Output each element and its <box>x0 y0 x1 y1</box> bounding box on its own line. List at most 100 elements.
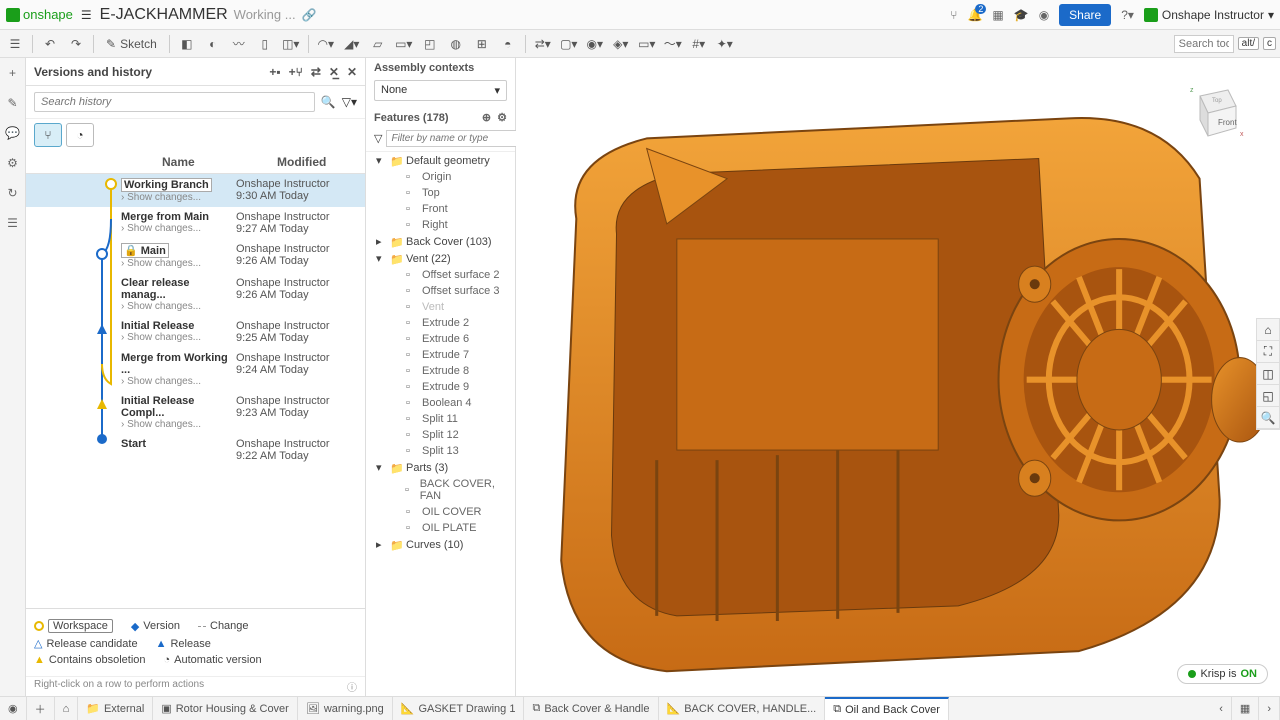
shell-icon[interactable]: ◰ <box>419 33 441 55</box>
tools-icon[interactable]: ✕̲ <box>329 65 339 79</box>
tab[interactable]: 📐GASKET Drawing 1 <box>393 697 525 720</box>
feature-node[interactable]: ▫BACK COVER, FAN <box>366 476 515 504</box>
create-version-icon[interactable]: +▪ <box>269 65 280 79</box>
surface-icon[interactable]: ◈▾ <box>610 33 632 55</box>
undo-icon[interactable]: ↶ <box>39 33 61 55</box>
version-row[interactable]: Merge from MainShow changes...Onshape In… <box>26 207 365 239</box>
tab[interactable]: 🖼warning.png <box>298 697 393 720</box>
feature-node[interactable]: ▫Offset surface 2 <box>366 267 515 283</box>
variable-icon[interactable]: #▾ <box>688 33 710 55</box>
document-title[interactable]: E-JACKHAMMER <box>100 6 228 24</box>
hole-icon[interactable]: ◍ <box>445 33 467 55</box>
show-changes-link[interactable]: Show changes... <box>121 376 236 387</box>
draft-icon[interactable]: ▱ <box>367 33 389 55</box>
viewport[interactable]: Front Top z x ⌂ ⛶ ◫ ◱ 🔍 Krisp is ON <box>516 58 1280 696</box>
feature-node[interactable]: ▫Offset surface 3 <box>366 283 515 299</box>
version-row[interactable]: Working BranchShow changes...Onshape Ins… <box>26 174 365 207</box>
krisp-badge[interactable]: Krisp is ON <box>1177 664 1268 684</box>
thicken-icon[interactable]: ◫▾ <box>280 33 302 55</box>
pattern-icon[interactable]: ⊞ <box>471 33 493 55</box>
transform-icon[interactable]: ⇄▾ <box>532 33 554 55</box>
rib-icon[interactable]: ▭▾ <box>393 33 415 55</box>
feature-node[interactable]: ▫Right <box>366 217 515 233</box>
help-icon[interactable]: ◉ <box>1039 8 1049 22</box>
tab[interactable]: ▣Rotor Housing & Cover <box>153 697 298 720</box>
show-changes-link[interactable]: Show changes... <box>121 192 236 203</box>
help-menu-icon[interactable]: ?▾ <box>1121 8 1134 22</box>
feature-node[interactable]: ▫OIL PLATE <box>366 520 515 536</box>
feature-node[interactable]: ▫Vent <box>366 299 515 315</box>
chamfer-icon[interactable]: ◢▾ <box>341 33 363 55</box>
rail-list-icon[interactable]: ☰ <box>4 214 22 232</box>
version-row[interactable]: 🔒 MainShow changes...Onshape Instructor9… <box>26 239 365 273</box>
feature-node[interactable]: ▾📁Default geometry <box>366 152 515 169</box>
rail-draw-icon[interactable]: ✎ <box>4 94 22 112</box>
feature-node[interactable]: ▫Front <box>366 201 515 217</box>
user-menu[interactable]: Onshape Instructor ▾ <box>1144 8 1274 22</box>
home-tab-icon[interactable]: ⌂ <box>55 697 79 720</box>
feature-node[interactable]: ▫Split 11 <box>366 411 515 427</box>
filter-icon[interactable]: ▽▾ <box>342 95 357 109</box>
sketch-button[interactable]: ✎Sketch <box>100 35 163 53</box>
feature-node[interactable]: ▫Split 13 <box>366 443 515 459</box>
show-changes-link[interactable]: Show changes... <box>121 223 236 234</box>
feature-node[interactable]: ▫Top <box>366 185 515 201</box>
add-feature-icon[interactable]: ⊕ <box>482 111 491 124</box>
version-row[interactable]: Merge from Working ...Show changes...Ons… <box>26 348 365 391</box>
rail-history-icon[interactable]: ↻ <box>4 184 22 202</box>
section-icon[interactable]: ◫ <box>1257 363 1279 385</box>
feature-node[interactable]: ▸📁Back Cover (103) <box>366 233 515 250</box>
versions-search-input[interactable] <box>34 92 315 112</box>
boolean-icon[interactable]: ◓ <box>497 33 519 55</box>
modify-icon[interactable]: ◉▾ <box>584 33 606 55</box>
redo-icon[interactable]: ↷ <box>65 33 87 55</box>
compare-icon[interactable]: ⇄ <box>311 65 321 79</box>
time-view-toggle[interactable]: ◔ <box>66 123 94 147</box>
filter-icon[interactable]: ▽ <box>374 132 382 145</box>
add-tab-icon[interactable]: ＋ <box>27 697 55 720</box>
feature-node[interactable]: ▫Origin <box>366 169 515 185</box>
tab[interactable]: 📁External <box>78 697 153 720</box>
feature-node[interactable]: ▾📁Vent (22) <box>366 250 515 267</box>
rail-config-icon[interactable]: ⚙ <box>4 154 22 172</box>
create-branch-icon[interactable]: +⑂ <box>289 65 303 79</box>
show-changes-link[interactable]: Show changes... <box>121 258 236 269</box>
feature-node[interactable]: ▫Extrude 2 <box>366 315 515 331</box>
version-row[interactable]: Clear release manag...Show changes...Ons… <box>26 273 365 316</box>
info-icon[interactable]: ⓘ <box>347 679 357 694</box>
feature-node[interactable]: ▫Extrude 6 <box>366 331 515 347</box>
versions-list[interactable]: Working BranchShow changes...Onshape Ins… <box>26 174 365 608</box>
show-changes-link[interactable]: Show changes... <box>121 301 236 312</box>
feature-filter-input[interactable] <box>386 130 530 147</box>
feature-node[interactable]: ▫OIL COVER <box>366 504 515 520</box>
revolve-icon[interactable]: ◐ <box>202 33 224 55</box>
rail-comment-icon[interactable]: 💬 <box>4 124 22 142</box>
loft-icon[interactable]: ▯ <box>254 33 276 55</box>
brand-logo[interactable]: onshape <box>6 7 73 22</box>
feature-tree[interactable]: ▾📁Default geometry▫Origin▫Top▫Front▫Righ… <box>366 151 515 696</box>
view-cube[interactable]: Front Top z x <box>1180 78 1250 148</box>
delete-icon[interactable]: ▢▾ <box>558 33 580 55</box>
search-icon[interactable]: 🔍 <box>321 95 336 109</box>
feature-node[interactable]: ▫Extrude 9 <box>366 379 515 395</box>
feature-node[interactable]: ▫Split 12 <box>366 427 515 443</box>
extrude-icon[interactable]: ◧ <box>176 33 198 55</box>
sweep-icon[interactable]: 〰 <box>228 33 250 55</box>
menu-icon[interactable]: ☰ <box>81 8 92 22</box>
feature-node[interactable]: ▫Boolean 4 <box>366 395 515 411</box>
fillet-icon[interactable]: ◠▾ <box>315 33 337 55</box>
assembly-contexts-select[interactable]: None▾ <box>374 80 507 101</box>
version-row[interactable]: Initial ReleaseShow changes...Onshape In… <box>26 316 365 348</box>
fit-icon[interactable]: ⛶ <box>1257 341 1279 363</box>
record-icon[interactable]: ◉ <box>0 697 27 720</box>
zoom-icon[interactable]: 🔍 <box>1257 407 1279 429</box>
plane-icon[interactable]: ▭▾ <box>636 33 658 55</box>
show-changes-link[interactable]: Show changes... <box>121 419 236 430</box>
tree-toggle-icon[interactable]: ☰ <box>4 33 26 55</box>
learn-icon[interactable]: 🎓 <box>1014 8 1029 22</box>
curve-icon[interactable]: 〜▾ <box>662 33 684 55</box>
link-icon[interactable]: 🔗 <box>302 8 317 22</box>
show-changes-link[interactable]: Show changes... <box>121 332 236 343</box>
version-row[interactable]: Initial Release Compl...Show changes...O… <box>26 391 365 434</box>
iso-icon[interactable]: ◱ <box>1257 385 1279 407</box>
